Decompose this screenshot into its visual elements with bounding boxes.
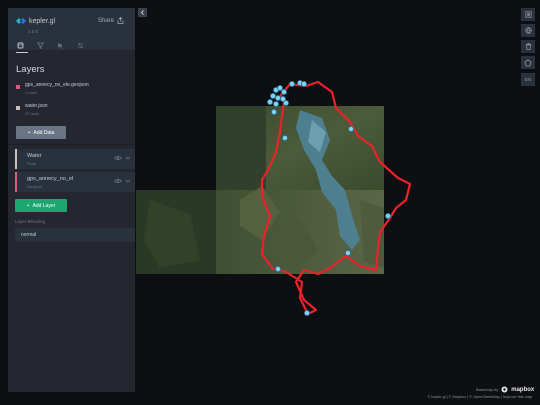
mapbox-attribution: Basemap by mapbox <box>476 386 534 393</box>
layer-controls <box>114 155 131 161</box>
layer-type: Geojson <box>27 184 42 189</box>
draw-polygon-button[interactable] <box>521 56 535 69</box>
panel-header: kepler.gl 2.5.5 Share <box>8 8 135 53</box>
eye-icon[interactable] <box>114 178 122 184</box>
layers-icon <box>17 42 24 49</box>
layer-controls <box>114 178 131 184</box>
layer-blending-select[interactable]: normal <box>15 228 135 242</box>
draw-polygon-icon <box>524 58 532 66</box>
panel-tabs <box>16 41 85 50</box>
add-data-button[interactable]: + Add Data <box>16 126 66 139</box>
interactions-icon <box>58 43 63 49</box>
delete-icon <box>525 43 531 50</box>
globe-icon <box>524 27 532 34</box>
mapbox-logo-icon <box>501 386 508 393</box>
dataset-color-swatch <box>16 106 20 110</box>
share-label: Share <box>98 17 115 24</box>
app-name: kepler.gl <box>29 17 56 25</box>
collapse-panel-button[interactable] <box>138 8 147 17</box>
map-attribution-links[interactable]: © kepler.gl | © Mapbox | © OpenStreetMap… <box>428 395 532 399</box>
app-logo[interactable]: kepler.gl <box>16 17 55 25</box>
dataset-color-swatch <box>16 85 20 89</box>
layer-panel-gps[interactable]: gps_annecy_no_el Geojson <box>15 172 135 192</box>
divider <box>8 144 135 145</box>
dataset-rows: 1 rows <box>25 90 37 95</box>
app-version: 2.5.5 <box>28 29 39 34</box>
chevron-left-icon <box>140 10 144 15</box>
dataset-item[interactable]: gps_annecy_no_ele.geojson 1 rows <box>16 82 89 95</box>
add-layer-button[interactable]: + Add Layer <box>15 199 67 212</box>
tab-interactions[interactable] <box>56 41 65 50</box>
layer-blending-label: Layer Blending <box>15 219 46 224</box>
tab-map-settings[interactable] <box>76 41 85 50</box>
tab-filters[interactable] <box>36 41 45 50</box>
layer-name: gps_annecy_no_el <box>27 176 74 182</box>
layers-section-title: Layers <box>16 64 45 75</box>
locale-button[interactable]: EN <box>521 73 535 86</box>
chevron-down-icon[interactable] <box>125 178 131 184</box>
mapbox-name: mapbox <box>511 386 535 393</box>
add-data-label: Add Data <box>33 129 55 136</box>
layer-panel-water[interactable]: Water Point <box>15 149 135 169</box>
active-tab-indicator <box>16 52 28 53</box>
share-button[interactable]: Share <box>98 17 124 24</box>
chevron-down-icon[interactable] <box>125 155 131 161</box>
satellite-tiles <box>136 106 384 274</box>
map-settings-icon <box>78 43 83 48</box>
layer-visibility-icon <box>524 11 532 18</box>
dataset-item[interactable]: water.json 47 rows <box>16 103 48 116</box>
eye-icon[interactable] <box>114 155 122 161</box>
plus-icon: + <box>26 202 30 209</box>
kepler-logo-icon <box>16 18 26 24</box>
delete-button[interactable] <box>521 40 535 53</box>
share-icon <box>117 17 124 24</box>
layer-name: Water <box>27 153 42 159</box>
basemap-label: Basemap by <box>476 387 499 392</box>
layer-visibility-button[interactable] <box>521 8 535 21</box>
dataset-rows: 47 rows <box>25 111 40 116</box>
layer-type: Point <box>27 161 37 166</box>
globe-button[interactable] <box>521 24 535 37</box>
dataset-name: gps_annecy_no_ele.geojson <box>25 82 89 88</box>
layer-color-stripe <box>15 172 17 192</box>
plus-icon: + <box>27 129 31 136</box>
filter-icon <box>37 42 44 49</box>
tab-layers[interactable] <box>16 41 25 50</box>
layer-color-stripe <box>15 149 17 169</box>
dataset-name: water.json <box>25 103 48 109</box>
side-panel: kepler.gl 2.5.5 Share Layers gps_annecy_… <box>8 8 135 392</box>
add-layer-label: Add Layer <box>32 202 56 209</box>
